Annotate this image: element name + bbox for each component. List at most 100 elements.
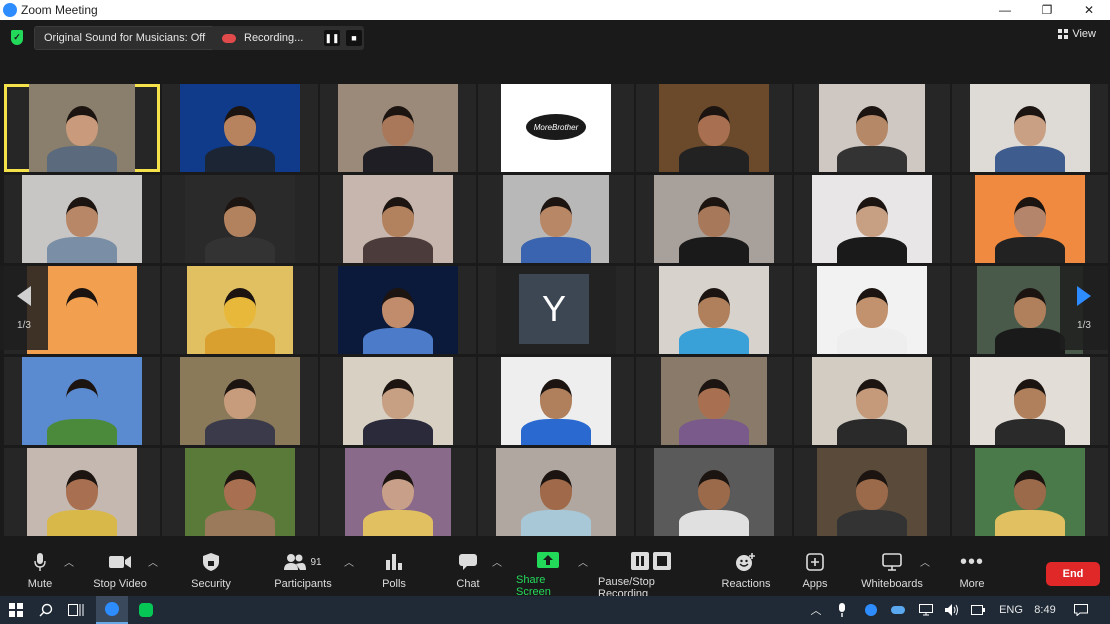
video-gallery: MoreBrother Y 1/3 1/3 bbox=[0, 80, 1110, 538]
close-button[interactable]: ✕ bbox=[1068, 0, 1110, 20]
participant-video-tile[interactable]: MoreBrother bbox=[478, 84, 634, 172]
show-hidden-icons-chevron-icon[interactable]: ︿ bbox=[808, 596, 824, 624]
view-button[interactable]: View bbox=[1058, 28, 1096, 40]
participant-video-tile[interactable] bbox=[636, 357, 792, 445]
encryption-shield-icon[interactable]: ✓ bbox=[11, 30, 23, 45]
network-icon[interactable] bbox=[916, 596, 936, 624]
participant-video-tile[interactable] bbox=[794, 266, 950, 354]
participant-video-tile[interactable] bbox=[952, 448, 1108, 536]
taskbar-line-icon[interactable] bbox=[134, 596, 158, 624]
participant-logo: MoreBrother bbox=[526, 114, 586, 140]
whiteboards-chevron-icon[interactable]: ︿ bbox=[920, 554, 930, 569]
apps-button[interactable]: Apps bbox=[800, 552, 830, 594]
search-icon[interactable] bbox=[34, 596, 58, 624]
windows-taskbar: ︿ ENG 8:49 bbox=[0, 596, 1110, 624]
participant-video-tile[interactable] bbox=[952, 357, 1108, 445]
participant-video-tile[interactable] bbox=[320, 84, 476, 172]
participant-face bbox=[382, 379, 414, 419]
participant-shoulders bbox=[521, 419, 591, 445]
reactions-button[interactable]: Reactions bbox=[722, 552, 770, 594]
previous-page-button[interactable]: 1/3 bbox=[0, 266, 48, 350]
participant-shoulders bbox=[837, 237, 907, 263]
participant-face bbox=[224, 288, 256, 328]
task-view-icon[interactable] bbox=[64, 596, 88, 624]
participant-video-tile[interactable] bbox=[162, 84, 318, 172]
video-camera-icon bbox=[109, 552, 131, 572]
participant-face bbox=[856, 288, 888, 328]
system-clock[interactable]: 8:49 bbox=[1030, 596, 1060, 624]
stop-recording-button[interactable]: ■ bbox=[346, 30, 362, 46]
next-page-button[interactable]: 1/3 bbox=[1060, 266, 1108, 350]
windows-start-icon[interactable] bbox=[4, 596, 28, 624]
participant-video-tile[interactable] bbox=[320, 448, 476, 536]
input-language[interactable]: ENG bbox=[996, 596, 1026, 624]
participant-video-tile[interactable] bbox=[4, 357, 160, 445]
polls-button[interactable]: Polls bbox=[378, 552, 410, 594]
participant-video-tile[interactable] bbox=[478, 357, 634, 445]
participant-shoulders bbox=[47, 146, 117, 172]
participant-shoulders bbox=[205, 419, 275, 445]
tray-zoom-icon[interactable] bbox=[862, 596, 880, 624]
mute-button[interactable]: Mute bbox=[24, 552, 56, 594]
participant-video-tile[interactable] bbox=[320, 357, 476, 445]
participant-video-tile[interactable] bbox=[952, 84, 1108, 172]
share-screen-button[interactable]: Share Screen bbox=[516, 552, 580, 598]
pause-stop-recording-button[interactable]: Pause/Stop Recording bbox=[598, 552, 706, 600]
participants-chevron-icon[interactable]: ︿ bbox=[344, 554, 354, 569]
reactions-label: Reactions bbox=[721, 578, 771, 590]
participants-button[interactable]: 91 Participants bbox=[272, 552, 334, 594]
participant-face bbox=[1014, 288, 1046, 328]
volume-icon[interactable] bbox=[942, 596, 962, 624]
participant-face bbox=[698, 470, 730, 510]
audio-options-chevron-icon[interactable]: ︿ bbox=[64, 554, 74, 569]
minimize-button[interactable]: — bbox=[984, 0, 1026, 20]
onedrive-cloud-icon[interactable] bbox=[888, 596, 908, 624]
participant-video-tile[interactable] bbox=[794, 84, 950, 172]
chat-chevron-icon[interactable]: ︿ bbox=[492, 554, 502, 569]
cloud-recording-icon bbox=[222, 33, 236, 43]
whiteboards-button[interactable]: Whiteboards bbox=[860, 552, 924, 594]
video-options-chevron-icon[interactable]: ︿ bbox=[148, 554, 158, 569]
security-shield-icon bbox=[203, 552, 219, 572]
share-options-chevron-icon[interactable]: ︿ bbox=[578, 554, 588, 569]
battery-icon[interactable] bbox=[968, 596, 988, 624]
tray-microphone-icon[interactable] bbox=[834, 596, 850, 624]
participant-video-tile[interactable] bbox=[794, 175, 950, 263]
participant-video-tile[interactable] bbox=[4, 84, 160, 172]
taskbar-zoom-icon[interactable] bbox=[96, 596, 128, 624]
participant-video-tile[interactable] bbox=[636, 448, 792, 536]
participant-face bbox=[856, 106, 888, 146]
participant-video-tile[interactable] bbox=[162, 266, 318, 354]
security-button[interactable]: Security bbox=[188, 552, 234, 594]
participant-video-tile[interactable] bbox=[478, 175, 634, 263]
participant-video-tile[interactable] bbox=[794, 448, 950, 536]
participant-video-tile[interactable] bbox=[320, 266, 476, 354]
participant-video-tile[interactable] bbox=[162, 448, 318, 536]
restore-button[interactable]: ❐ bbox=[1026, 0, 1068, 20]
notifications-icon[interactable] bbox=[1070, 596, 1092, 624]
participant-shoulders bbox=[205, 146, 275, 172]
participant-video-tile[interactable] bbox=[4, 448, 160, 536]
end-meeting-button[interactable]: End bbox=[1046, 562, 1100, 586]
participant-video-tile[interactable] bbox=[320, 175, 476, 263]
participant-video-tile[interactable] bbox=[952, 175, 1108, 263]
participant-face bbox=[856, 470, 888, 510]
participant-video-tile[interactable] bbox=[794, 357, 950, 445]
participant-shoulders bbox=[363, 146, 433, 172]
participant-video-tile[interactable] bbox=[162, 357, 318, 445]
participant-video-tile[interactable] bbox=[478, 448, 634, 536]
participant-shoulders bbox=[837, 510, 907, 536]
chat-button[interactable]: Chat bbox=[454, 552, 482, 594]
participant-video-tile[interactable] bbox=[636, 84, 792, 172]
participant-video-tile[interactable] bbox=[4, 175, 160, 263]
participant-video-tile[interactable]: Y bbox=[478, 266, 634, 354]
stop-video-button[interactable]: Stop Video bbox=[90, 552, 150, 594]
participant-video-tile[interactable] bbox=[162, 175, 318, 263]
participant-shoulders bbox=[363, 237, 433, 263]
participant-video-tile[interactable] bbox=[636, 175, 792, 263]
original-sound-button[interactable]: Original Sound for Musicians: Off bbox=[34, 26, 216, 50]
more-button[interactable]: ••• More bbox=[956, 551, 988, 594]
whiteboards-label: Whiteboards bbox=[861, 578, 923, 590]
participant-video-tile[interactable] bbox=[636, 266, 792, 354]
pause-recording-button[interactable]: ❚❚ bbox=[324, 30, 340, 46]
